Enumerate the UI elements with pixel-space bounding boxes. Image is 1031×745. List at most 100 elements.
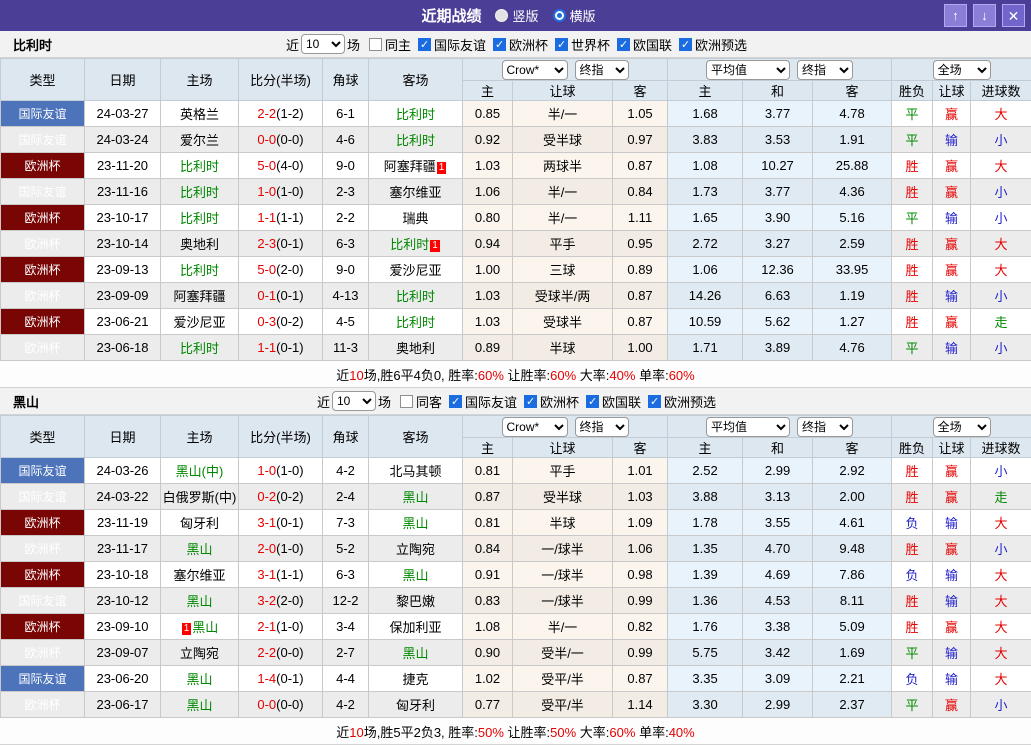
radio-horizontal-layout[interactable]: 横版	[552, 6, 596, 25]
league-cell: 欧洲杯	[0, 535, 85, 562]
score-cell: 2-0(1-0)	[238, 535, 323, 562]
match-count-select[interactable]: 10	[331, 391, 376, 411]
league-filter-checkbox[interactable]	[586, 394, 600, 408]
radio-vertical-layout[interactable]: 竖版	[495, 6, 539, 25]
corner-cell: 6-3	[322, 561, 369, 588]
move-up-button[interactable]: ↑	[944, 4, 967, 27]
panel-title: 近期战绩	[421, 8, 482, 25]
league-filter-checkbox[interactable]	[448, 394, 462, 408]
team-name: 北马其顿	[389, 464, 442, 479]
score-cell: 1-4(0-1)	[238, 665, 323, 692]
match-count-select[interactable]: 10	[300, 34, 345, 54]
final-odds-select[interactable]: 终指	[574, 416, 629, 437]
league-filter-checkbox[interactable]	[555, 37, 569, 51]
radio-circle-icon	[495, 9, 509, 22]
halftime-score: (2-0)	[276, 262, 304, 277]
team-name: 爱沙尼亚	[173, 315, 226, 330]
average-select[interactable]: 平均值	[706, 416, 791, 437]
goals-cell: 小	[970, 535, 1031, 562]
date-cell: 23-10-17	[84, 204, 161, 231]
score-cell: 0-2(0-2)	[238, 483, 323, 510]
same-venue-label: 同主	[384, 37, 411, 53]
bookmaker-select[interactable]: Crow*	[501, 59, 568, 80]
fulltime-select[interactable]: 全场	[932, 59, 991, 80]
team-name: 塞尔维亚	[389, 185, 442, 200]
fulltime-score: 2-0	[257, 541, 277, 556]
league-cell: 国际友谊	[0, 483, 85, 510]
move-down-button[interactable]: ↓	[973, 4, 996, 27]
away-team-cell: 立陶宛	[368, 535, 463, 562]
column-header-type: 类型	[0, 415, 85, 458]
final-odds-select[interactable]: 终指	[574, 59, 629, 80]
date-cell: 23-06-17	[84, 691, 161, 718]
league-cell: 欧洲杯	[0, 282, 85, 309]
avg-odds-cell: 3.38	[742, 613, 814, 640]
halftime-score: (1-1)	[276, 210, 304, 225]
goals-cell: 大	[970, 100, 1031, 127]
league-filter-checkbox[interactable]	[679, 37, 693, 51]
corner-cell: 4-2	[322, 691, 369, 718]
fulltime-score: 1-1	[257, 210, 277, 225]
fulltime-score: 5-0	[257, 262, 277, 277]
column-header-corner: 角球	[322, 58, 369, 101]
crow-away-odds-cell: 0.87	[611, 308, 669, 335]
date-cell: 23-09-07	[84, 639, 161, 666]
crow-away-odds-cell: 1.03	[611, 483, 669, 510]
league-filter-checkbox[interactable]	[617, 37, 631, 51]
same-venue-checkbox[interactable]	[399, 394, 413, 408]
league-filter-checkbox[interactable]	[493, 37, 506, 51]
column-header-corner: 角球	[322, 415, 369, 458]
team-name: 黑山(中)	[175, 464, 224, 479]
matches-table: 类型 日期 主场 比分(半场) 角球 客场 Crow* 终指 平均值 终指 全场主让球客主…	[0, 58, 1031, 361]
average-select[interactable]: 平均值	[706, 59, 791, 80]
date-cell: 24-03-22	[84, 483, 161, 510]
fulltime-select[interactable]: 全场	[932, 416, 991, 437]
down-arrow-icon: ↓	[981, 8, 988, 23]
avg-odds-cell: 5.16	[812, 204, 893, 231]
sub-column-header: 进球数	[970, 437, 1031, 458]
league-cell: 欧洲杯	[0, 561, 85, 588]
league-filter-checkbox[interactable]	[417, 37, 431, 51]
match-row: 国际友谊 24-03-27 英格兰 2-2(1-2) 6-1 比利时 0.85 半/一 1.05…	[0, 100, 1031, 127]
final-odds-select-2[interactable]: 终指	[797, 59, 854, 80]
date-cell: 23-06-21	[84, 308, 161, 335]
avg-odds-cell: 5.75	[667, 639, 744, 666]
bookmaker-select[interactable]: Crow*	[501, 416, 568, 437]
avg-odds-cell: 1.36	[667, 587, 744, 614]
team-name: 立陶宛	[179, 646, 219, 661]
halftime-score: (0-2)	[276, 489, 304, 504]
crow-home-odds-cell: 0.94	[462, 230, 513, 257]
close-button[interactable]: ✕	[1002, 4, 1025, 27]
crow-away-odds-cell: 1.06	[611, 535, 669, 562]
avg-odds-cell: 2.72	[667, 230, 744, 257]
team-name: 比利时	[179, 185, 219, 200]
handicap-result-cell: 赢	[932, 178, 972, 205]
team-name: 比利时	[179, 211, 219, 226]
score-cell: 0-1(0-1)	[238, 282, 323, 309]
league-filter-checkbox[interactable]	[524, 394, 537, 408]
home-team-cell: 黑山(中)	[160, 457, 239, 484]
match-row: 欧洲杯 23-11-17 黑山 2-0(1-0) 5-2 立陶宛 0.84 一/球半 1.06 1…	[0, 535, 1031, 562]
handicap-result-cell: 赢	[932, 691, 972, 718]
result-cell: 胜	[891, 535, 934, 562]
away-team-cell: 黎巴嫩	[368, 587, 463, 614]
handicap-result-cell: 赢	[932, 613, 972, 640]
crow-home-odds-cell: 0.89	[462, 334, 513, 361]
crow-odds-group: Crow* 终指	[461, 58, 669, 81]
handicap-cell: 受平/半	[512, 665, 613, 692]
sub-column-header: 让球	[932, 80, 972, 101]
halftime-score: (0-1)	[276, 288, 304, 303]
avg-odds-cell: 3.30	[667, 691, 744, 718]
fulltime-score: 0-3	[257, 314, 277, 329]
crow-home-odds-cell: 1.06	[462, 178, 513, 205]
crow-home-odds-cell: 1.03	[462, 282, 513, 309]
team-name: 黎巴嫩	[395, 594, 435, 609]
final-odds-select-2[interactable]: 终指	[797, 416, 854, 437]
match-row: 国际友谊 24-03-24 爱尔兰 0-0(0-0) 4-6 比利时 0.92 受半球 0.97…	[0, 126, 1031, 153]
league-filter-label: 国际友谊	[433, 37, 486, 53]
same-venue-checkbox[interactable]	[368, 37, 382, 51]
goals-cell: 大	[970, 665, 1031, 692]
league-filter-checkbox[interactable]	[648, 394, 662, 408]
score-cell: 2-1(1-0)	[238, 613, 323, 640]
team-name: 比利时	[179, 263, 219, 278]
